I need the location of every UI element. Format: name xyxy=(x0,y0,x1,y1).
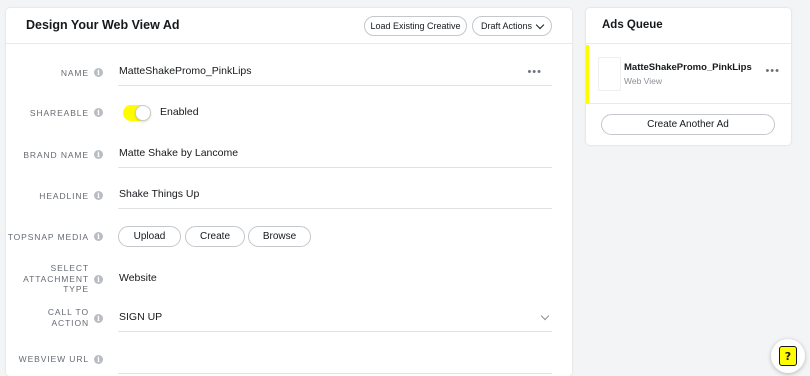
info-icon[interactable]: i xyxy=(94,108,103,117)
brand-name-field[interactable]: Matte Shake by Lancome xyxy=(118,142,552,168)
name-value: MatteShakePromo_PinkLips xyxy=(119,65,252,77)
ad-editor-panel: Design Your Web View Ad Load Existing Cr… xyxy=(6,8,572,376)
ad-type: Web View xyxy=(624,76,662,86)
load-existing-creative-button[interactable]: Load Existing Creative xyxy=(364,16,467,36)
shareable-status: Enabled xyxy=(160,106,199,118)
call-to-action-select[interactable]: SIGN UP xyxy=(118,306,552,332)
draft-actions-label: Draft Actions xyxy=(480,21,533,31)
attachment-type-label: SELECT ATTACHMENT TYPE xyxy=(23,263,89,295)
ads-queue-header: Ads Queue xyxy=(586,8,791,44)
call-to-action-value: SIGN UP xyxy=(119,311,163,323)
toggle-knob xyxy=(135,105,151,121)
call-to-action-label-line: CALL TO xyxy=(47,307,89,317)
brand-name-label: BRAND NAME xyxy=(23,150,89,160)
headline-label: HEADLINE xyxy=(39,191,89,201)
chevron-down-icon xyxy=(540,311,550,321)
webview-url-field[interactable] xyxy=(118,348,552,374)
attachment-type-label-line: TYPE xyxy=(63,284,89,294)
shareable-toggle[interactable] xyxy=(123,105,151,121)
topsnap-media-label: TOPSNAP MEDIA xyxy=(7,232,89,242)
ellipsis-icon[interactable]: ••• xyxy=(765,65,780,77)
ads-queue-title: Ads Queue xyxy=(602,19,663,31)
info-icon[interactable]: i xyxy=(94,355,103,364)
help-button[interactable]: ? xyxy=(771,339,805,373)
queue-ad-item[interactable]: MatteShakePromo_PinkLips Web View ••• xyxy=(586,45,791,104)
attachment-type-value[interactable]: Website xyxy=(119,272,157,284)
ad-thumbnail xyxy=(598,57,621,91)
info-icon[interactable]: i xyxy=(94,232,103,241)
draft-actions-button[interactable]: Draft Actions xyxy=(472,16,552,36)
call-to-action-label: CALL TO ACTION xyxy=(48,307,89,328)
upload-button[interactable]: Upload xyxy=(118,226,181,247)
chevron-down-icon xyxy=(535,20,545,29)
webview-url-label: WEBVIEW URL xyxy=(18,354,89,364)
help-icon: ? xyxy=(779,346,797,366)
attachment-type-label-line: ATTACHMENT xyxy=(23,273,89,284)
editor-header: Design Your Web View Ad Load Existing Cr… xyxy=(6,8,572,44)
info-icon[interactable]: i xyxy=(94,68,103,77)
brand-name-value: Matte Shake by Lancome xyxy=(119,147,239,159)
name-field[interactable]: MatteShakePromo_PinkLips ••• xyxy=(118,60,552,86)
headline-field[interactable]: Shake Things Up xyxy=(118,183,552,209)
ad-name: MatteShakePromo_PinkLips xyxy=(624,62,752,73)
call-to-action-label-line: ACTION xyxy=(51,317,89,328)
headline-value: Shake Things Up xyxy=(119,188,200,200)
ads-queue-panel: Ads Queue MatteShakePromo_PinkLips Web V… xyxy=(586,8,791,145)
create-button[interactable]: Create xyxy=(185,226,245,247)
info-icon[interactable]: i xyxy=(94,191,103,200)
shareable-label: SHAREABLE xyxy=(29,108,89,118)
ellipsis-icon[interactable]: ••• xyxy=(527,66,542,78)
create-another-ad-button[interactable]: Create Another Ad xyxy=(601,114,775,135)
info-icon[interactable]: i xyxy=(94,150,103,159)
attachment-type-label-line: SELECT xyxy=(50,263,89,273)
page-title: Design Your Web View Ad xyxy=(26,18,180,32)
browse-button[interactable]: Browse xyxy=(248,226,311,247)
name-label: NAME xyxy=(60,68,89,78)
info-icon[interactable]: i xyxy=(94,314,103,323)
info-icon[interactable]: i xyxy=(94,275,103,284)
